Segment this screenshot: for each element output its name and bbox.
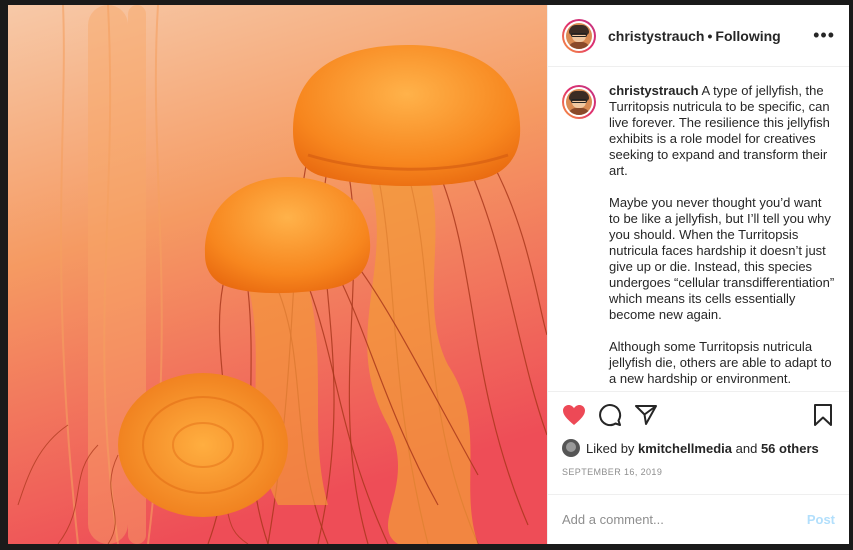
action-bar — [548, 391, 849, 437]
username-link[interactable]: christystrauch — [608, 28, 704, 44]
liker-avatar[interactable] — [562, 439, 580, 457]
bookmark-icon[interactable] — [809, 401, 837, 429]
jellyfish-photo — [8, 5, 547, 544]
post-modal: christystrauch • Following ••• christystra… — [8, 5, 849, 544]
caption-text: christystrauch A type of jellyfish, the … — [609, 83, 835, 391]
header-user-info: christystrauch • Following — [608, 28, 781, 44]
comment-form: Post — [548, 494, 849, 544]
likes-summary: Liked by kmitchellmedia and 56 others — [548, 437, 849, 459]
comment-icon[interactable] — [596, 401, 624, 429]
more-options-icon[interactable]: ••• — [813, 25, 835, 46]
post-image[interactable] — [8, 5, 547, 544]
post-sidebar: christystrauch • Following ••• christystra… — [547, 5, 849, 544]
share-icon[interactable] — [632, 401, 660, 429]
caption-username[interactable]: christystrauch — [609, 83, 699, 98]
caption-paragraph-3: Although some Turritopsis nutricula jell… — [609, 339, 832, 386]
caption-paragraph-2: Maybe you never thought you’d want to be… — [609, 195, 835, 322]
comment-input[interactable] — [562, 512, 807, 527]
liked-by-prefix: Liked by — [586, 440, 635, 456]
liked-by-and: and — [735, 440, 758, 456]
heart-icon[interactable] — [560, 401, 588, 429]
others-likes-link[interactable]: 56 others — [761, 441, 819, 456]
caption-area: christystrauch A type of jellyfish, the … — [548, 67, 849, 391]
post-comment-button[interactable]: Post — [807, 512, 835, 527]
post-date[interactable]: SEPTEMBER 16, 2019 — [548, 459, 849, 485]
avatar[interactable] — [562, 18, 596, 53]
caption-avatar[interactable] — [562, 85, 596, 119]
liker-username[interactable]: kmitchellmedia — [638, 441, 732, 456]
separator-dot: • — [707, 27, 713, 44]
following-button[interactable]: Following — [715, 28, 780, 44]
post-header: christystrauch • Following ••• — [548, 5, 849, 67]
